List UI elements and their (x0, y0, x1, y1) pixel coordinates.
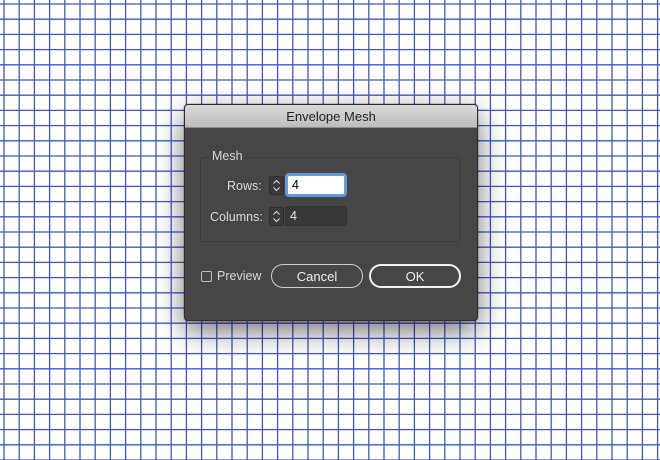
cancel-button[interactable]: Cancel (271, 264, 363, 288)
mesh-group-box (200, 157, 460, 242)
dialog-title: Envelope Mesh (286, 108, 376, 124)
ok-button-label: OK (405, 268, 425, 284)
mesh-group-label: Mesh (210, 149, 245, 163)
cancel-button-label: Cancel (296, 268, 338, 284)
envelope-mesh-dialog: Envelope Mesh Mesh Rows: Columns: Previe… (184, 104, 478, 321)
preview-checkbox-row[interactable]: Preview (201, 269, 261, 283)
columns-stepper-icon[interactable] (269, 207, 284, 226)
ok-button[interactable]: OK (369, 264, 461, 288)
rows-input[interactable] (287, 175, 345, 195)
columns-input[interactable] (285, 206, 347, 226)
preview-label[interactable]: Preview (217, 269, 261, 283)
preview-checkbox[interactable] (201, 270, 212, 282)
dialog-titlebar[interactable]: Envelope Mesh (185, 105, 477, 128)
columns-label: Columns: (210, 210, 263, 224)
rows-stepper-icon[interactable] (269, 176, 284, 195)
rows-label: Rows: (227, 179, 262, 193)
